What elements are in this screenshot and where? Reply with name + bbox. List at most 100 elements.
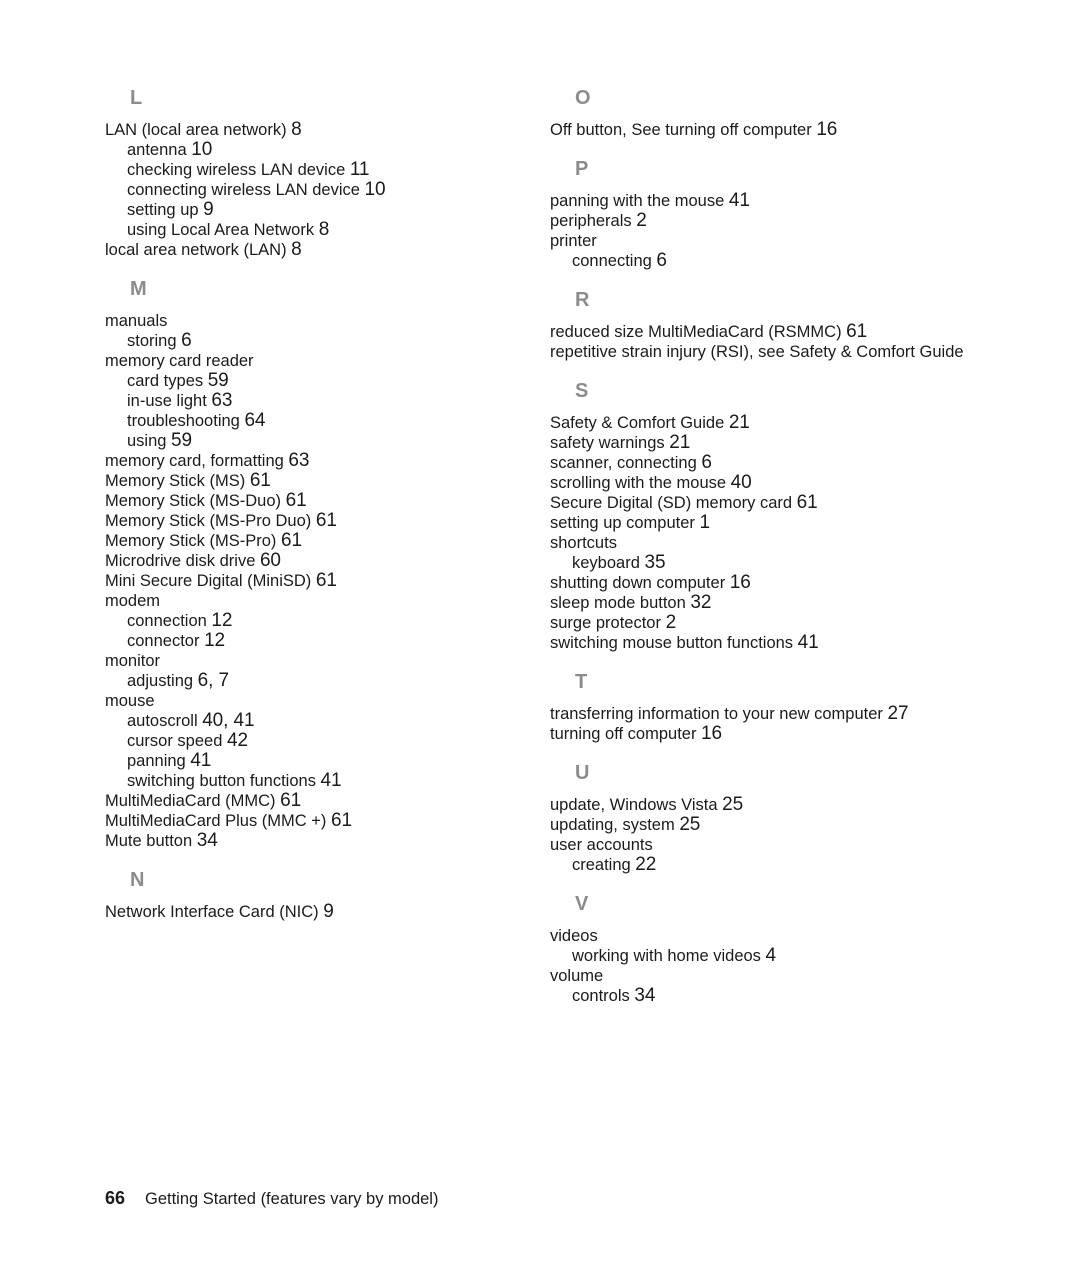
index-entry-list: reduced size MultiMediaCard (RSMMC) 61 re…	[550, 322, 975, 362]
index-entry-label: Mute button	[105, 832, 193, 850]
index-subentry[interactable]: panning 41	[105, 751, 530, 771]
index-entry-page-number: 8	[291, 119, 302, 140]
index-entry[interactable]: videos	[550, 926, 975, 946]
index-entry-label: connection	[127, 612, 207, 630]
index-entry[interactable]: updating, system 25	[550, 815, 975, 835]
index-entry-page-number: 8	[318, 219, 330, 240]
index-entry[interactable]: scanner, connecting 6	[550, 453, 975, 473]
index-entry[interactable]: Safety & Comfort Guide 21	[550, 413, 975, 433]
index-subentry[interactable]: connection 12	[105, 611, 530, 631]
index-entry[interactable]: repetitive strain injury (RSI), see Safe…	[550, 342, 975, 362]
index-entry[interactable]: peripherals 2	[550, 211, 975, 231]
index-subentry[interactable]: controls 34	[550, 986, 975, 1006]
index-entry[interactable]: user accounts	[550, 835, 975, 855]
index-subentry[interactable]: antenna 10	[105, 140, 530, 160]
index-entry-page-number: 16	[816, 119, 838, 140]
index-entry[interactable]: turning off computer 16	[550, 724, 975, 744]
index-entry[interactable]: transferring information to your new com…	[550, 704, 975, 724]
index-entry-label: setting up	[127, 201, 199, 219]
index-entry[interactable]: sleep mode button 32	[550, 593, 975, 613]
index-entry[interactable]: safety warnings 21	[550, 433, 975, 453]
index-entry[interactable]: Microdrive disk drive 60	[105, 551, 530, 571]
index-entry-label: modem	[105, 592, 161, 610]
index-entry-label: shortcuts	[550, 534, 617, 552]
index-entry-label: checking wireless LAN device	[127, 161, 346, 179]
index-entry[interactable]: monitor	[105, 651, 530, 671]
section-letter: P	[575, 158, 589, 180]
index-entry[interactable]: switching mouse button functions 41	[550, 633, 975, 653]
index-entry-label: keyboard	[572, 554, 640, 572]
index-entry[interactable]: MultiMediaCard (MMC) 61	[105, 791, 530, 811]
index-entry[interactable]: volume	[550, 966, 975, 986]
index-entry[interactable]: printer	[550, 231, 975, 251]
index-section-u: Uupdate, Windows Vista 25 updating, syste…	[550, 763, 975, 875]
index-entry-label: surge protector	[550, 614, 661, 632]
index-entry[interactable]: update, Windows Vista 25	[550, 795, 975, 815]
index-entry[interactable]: setting up computer 1	[550, 513, 975, 533]
index-entry[interactable]: Network Interface Card (NIC) 9	[105, 902, 530, 922]
index-entry-label: updating, system	[550, 816, 675, 834]
index-entry-page-number: 32	[690, 592, 712, 613]
index-subentry[interactable]: autoscroll 40, 41	[105, 711, 530, 731]
index-entry-label: antenna	[127, 141, 187, 159]
index-entry-page-number: 59	[207, 370, 229, 391]
index-subentry[interactable]: using Local Area Network 8	[105, 220, 530, 240]
index-entry[interactable]: Mute button 34	[105, 831, 530, 851]
index-entry-page-number: 6	[181, 330, 192, 351]
index-entry[interactable]: surge protector 2	[550, 613, 975, 633]
index-entry[interactable]: MultiMediaCard Plus (MMC +) 61	[105, 811, 530, 831]
index-entry[interactable]: manuals	[105, 311, 530, 331]
index-entry[interactable]: Memory Stick (MS) 61	[105, 471, 530, 491]
index-entry-page-number: 9	[323, 901, 334, 922]
index-subentry[interactable]: troubleshooting 64	[105, 411, 530, 431]
index-entry-page-number: 16	[729, 572, 751, 593]
index-entry[interactable]: modem	[105, 591, 530, 611]
index-entry-label: Network Interface Card (NIC)	[105, 903, 319, 921]
index-entry[interactable]: mouse	[105, 691, 530, 711]
index-subentry[interactable]: card types 59	[105, 371, 530, 391]
index-entry-page-number: 61	[281, 530, 302, 551]
index-entry[interactable]: Memory Stick (MS-Pro) 61	[105, 531, 530, 551]
index-entry[interactable]: memory card, formatting 63	[105, 451, 530, 471]
index-subentry[interactable]: setting up 9	[105, 200, 530, 220]
index-entry[interactable]: shortcuts	[550, 533, 975, 553]
index-subentry[interactable]: connecting wireless LAN device 10	[105, 180, 530, 200]
index-entry[interactable]: Memory Stick (MS-Duo) 61	[105, 491, 530, 511]
index-entry[interactable]: Memory Stick (MS-Pro Duo) 61	[105, 511, 530, 531]
index-subentry[interactable]: working with home videos 4	[550, 946, 975, 966]
index-entry-page-number: 6, 7	[197, 670, 229, 691]
index-entry-label: reduced size MultiMediaCard (RSMMC)	[550, 323, 842, 341]
index-entry[interactable]: scrolling with the mouse 40	[550, 473, 975, 493]
index-entry-label: monitor	[105, 652, 161, 670]
index-entry[interactable]: memory card reader	[105, 351, 530, 371]
index-subentry[interactable]: cursor speed 42	[105, 731, 530, 751]
index-entry[interactable]: local area network (LAN) 8	[105, 240, 530, 260]
index-entry-list: Safety & Comfort Guide 21 safety warnings…	[550, 413, 975, 653]
index-subentry[interactable]: in-use light 63	[105, 391, 530, 411]
index-entry-label: storing	[127, 332, 177, 350]
index-subentry[interactable]: using 59	[105, 431, 530, 451]
index-entry[interactable]: shutting down computer 16	[550, 573, 975, 593]
index-entry-list: Off button, See turning off computer 16	[550, 120, 975, 140]
index-entry-page-number: 40	[730, 472, 752, 493]
index-entry-page-number: 1	[699, 512, 711, 533]
index-entry-label: scanner, connecting	[550, 454, 697, 472]
index-entry[interactable]: Secure Digital (SD) memory card 61	[550, 493, 975, 513]
index-subentry[interactable]: creating 22	[550, 855, 975, 875]
index-subentry[interactable]: connecting 6	[550, 251, 975, 271]
index-entry[interactable]: Off button, See turning off computer 16	[550, 120, 975, 140]
index-subentry[interactable]: keyboard 35	[550, 553, 975, 573]
section-letter: R	[575, 289, 590, 311]
index-entry[interactable]: panning with the mouse 41	[550, 191, 975, 211]
index-subentry[interactable]: switching button functions 41	[105, 771, 530, 791]
index-entry[interactable]: reduced size MultiMediaCard (RSMMC) 61	[550, 322, 975, 342]
index-subentry[interactable]: checking wireless LAN device 11	[105, 160, 530, 180]
index-subentry[interactable]: adjusting 6, 7	[105, 671, 530, 691]
index-entry-label: local area network (LAN)	[105, 241, 287, 259]
index-entry-page-number: 4	[765, 945, 777, 966]
section-letter: L	[130, 87, 143, 109]
index-subentry[interactable]: storing 6	[105, 331, 530, 351]
index-entry[interactable]: LAN (local area network) 8	[105, 120, 530, 140]
index-subentry[interactable]: connector 12	[105, 631, 530, 651]
index-entry[interactable]: Mini Secure Digital (MiniSD) 61	[105, 571, 530, 591]
